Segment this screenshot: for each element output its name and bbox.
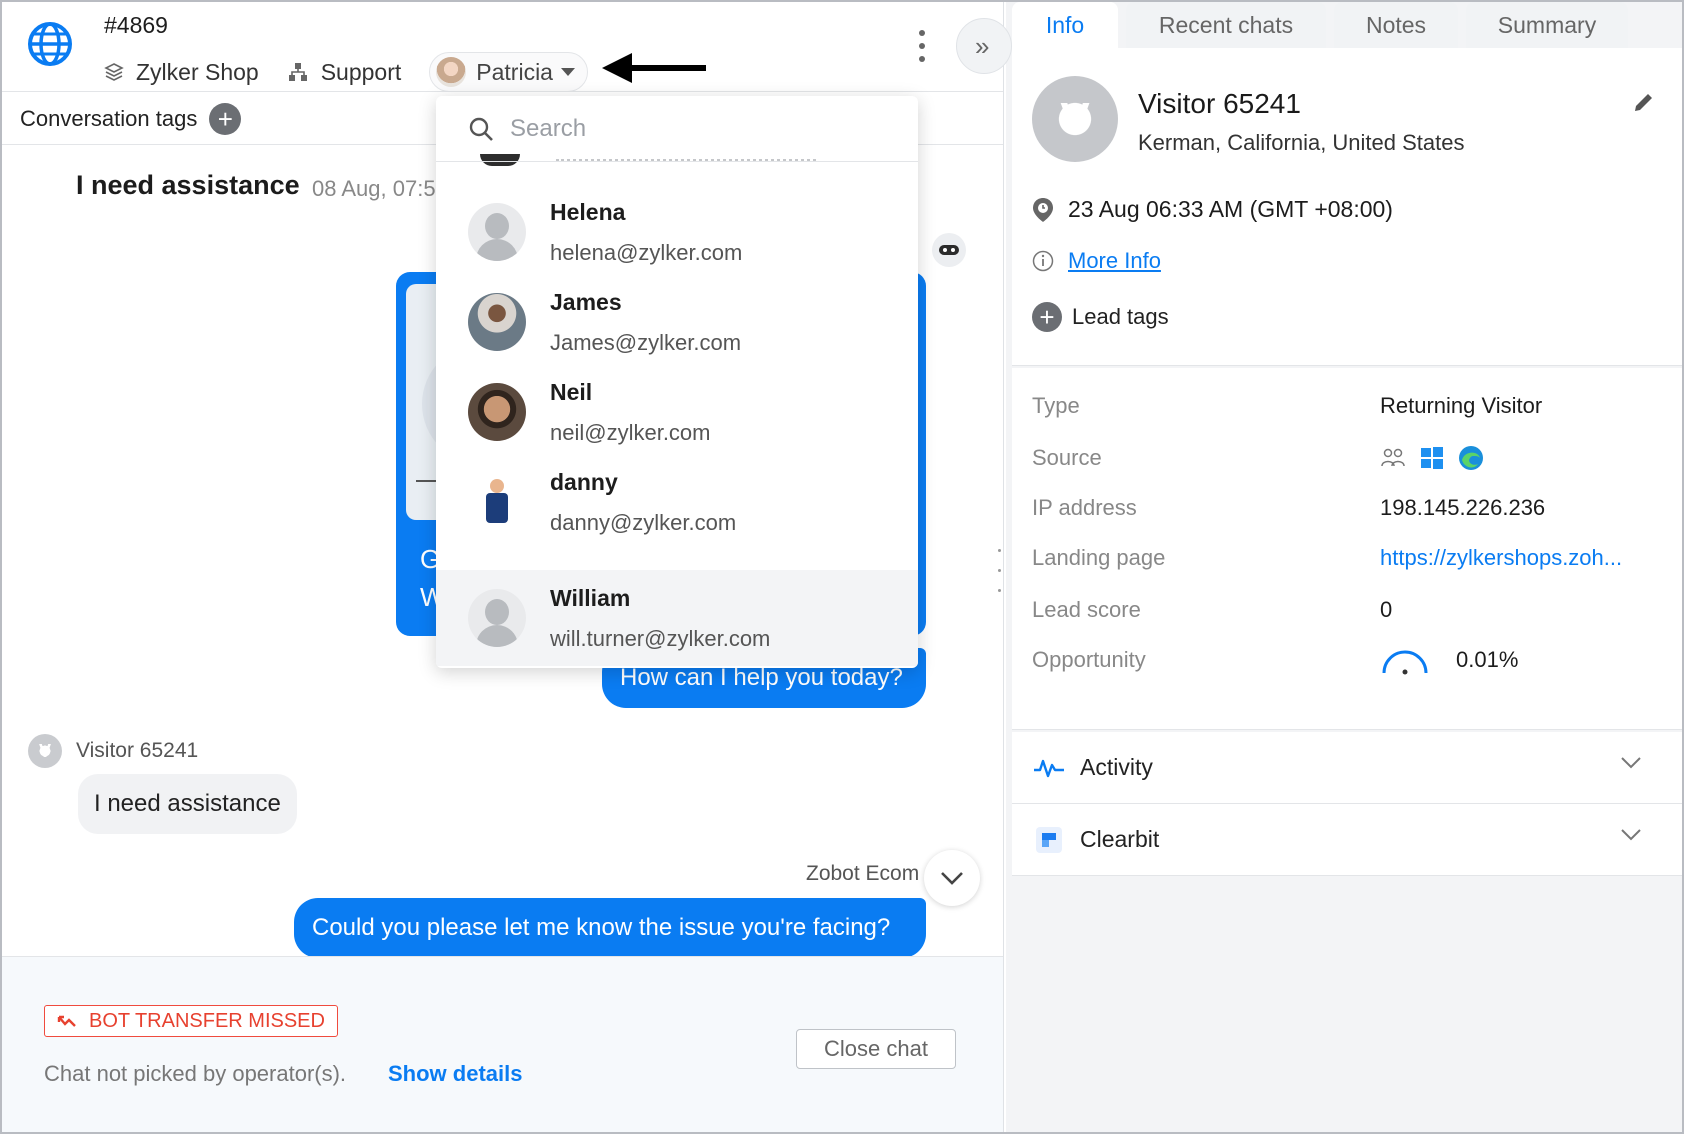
prop-type: Type Returning Visitor (1032, 393, 1543, 418)
left-arrow-icon (602, 53, 706, 83)
tab-summary[interactable]: Summary (1466, 2, 1628, 48)
conversation-tags-label: Conversation tags (20, 105, 198, 131)
windows-icon (1421, 447, 1443, 469)
lead-tags-label: Lead tags (1072, 304, 1169, 329)
chevron-down-icon (941, 872, 963, 885)
globe-icon (28, 22, 72, 66)
more-info-link[interactable]: More Info (1068, 248, 1161, 274)
visitor-header: V Visitor 65241 (28, 734, 198, 768)
chat-time: 08 Aug, 07:5 (312, 176, 436, 201)
prop-ip: IP address 198.145.226.236 (1032, 495, 1546, 520)
edit-icon[interactable] (1632, 90, 1656, 114)
tab-notes[interactable]: Notes (1334, 2, 1458, 48)
chat-title: I need assistance (76, 170, 300, 200)
brand[interactable]: Zylker Shop (104, 59, 259, 86)
visitor-local-time: 23 Aug 06:33 AM (GMT +08:00) (1032, 196, 1393, 223)
department[interactable]: Support (287, 58, 402, 86)
location-clock-icon (1033, 197, 1053, 222)
more-info: More Info (1032, 248, 1161, 274)
conversation-id: #4869 (104, 12, 168, 38)
visitor-message: I need assistance (78, 774, 297, 834)
gauge-icon (1382, 650, 1428, 675)
more-options-icon[interactable] (918, 30, 926, 62)
department-icon (288, 63, 307, 81)
bot-avatar (932, 233, 966, 267)
department-label: Support (320, 58, 402, 85)
activity-icon (1034, 759, 1064, 777)
chevron-down-icon (1621, 829, 1641, 841)
operator-item[interactable]: James James@zylker.com (436, 274, 918, 370)
visitor-name: Visitor 65241 (1138, 88, 1301, 119)
avatar (468, 589, 526, 647)
caret-down-icon (560, 68, 575, 76)
visitor-properties: Type Returning Visitor Source IP address… (1012, 368, 1682, 730)
visitor-name: Visitor 65241 (76, 739, 199, 762)
missed-arrow-icon (57, 1015, 76, 1027)
avatar (468, 293, 526, 351)
visitor-avatar: V (28, 734, 62, 768)
add-lead-tag-button[interactable]: + (1032, 302, 1062, 332)
show-details-link[interactable]: Show details (388, 1061, 522, 1087)
info-icon (1032, 250, 1054, 272)
returning-users-icon (1381, 448, 1405, 467)
chevron-down-icon (1621, 757, 1641, 769)
add-tag-button[interactable]: + (209, 102, 242, 135)
avatar (468, 473, 526, 531)
operator-item[interactable]: William will.turner@zylker.com (436, 570, 918, 666)
visitor-card: V Visitor 65241 Kerman, California, Unit… (1012, 48, 1682, 366)
collapse-panel-button[interactable]: » (956, 18, 1012, 74)
lead-tags[interactable]: + Lead tags (1032, 302, 1169, 332)
avatar (468, 203, 526, 261)
owner-selector[interactable]: Patricia (429, 52, 588, 92)
prop-opportunity: Opportunity 0.01% (1032, 640, 1672, 680)
owner-avatar (436, 57, 467, 87)
owner-name: Patricia (476, 58, 553, 85)
chat-meta: Zylker Shop Support Patricia (104, 52, 588, 92)
chat-header: #4869 Zylker Shop Support Patricia (2, 2, 1003, 92)
prop-lead-score: Lead score 0 (1032, 597, 1393, 622)
layers-icon (104, 63, 124, 81)
operator-item[interactable]: danny danny@zylker.com (436, 454, 918, 550)
operator-search[interactable]: Search (436, 96, 918, 162)
search-placeholder: Search (510, 114, 587, 142)
info-tabs: Info Recent chats Notes Summary (1006, 2, 1682, 48)
footer-note: Chat not picked by operator(s). (44, 1061, 347, 1086)
brand-label: Zylker Shop (136, 58, 259, 85)
status-badge: BOT TRANSFER MISSED (44, 1005, 338, 1037)
double-chevron-right-icon: » (975, 30, 990, 61)
search-icon (469, 117, 493, 141)
resize-handle[interactable] (996, 540, 1002, 600)
bot-message: Could you please let me know the issue y… (294, 898, 926, 958)
activity-section[interactable]: Activity (1012, 732, 1682, 804)
activity-label: Activity (1080, 754, 1153, 780)
prop-source: Source (1032, 438, 1672, 478)
bot-name: Zobot Ecom (806, 862, 920, 885)
edge-browser-icon (1459, 446, 1483, 470)
close-chat-button[interactable]: Close chat (796, 1029, 956, 1069)
prop-landing-page: Landing page https://zylkershops.zoh... (1032, 545, 1623, 571)
visitor-avatar: V (1032, 76, 1118, 162)
bot-icon (939, 245, 959, 255)
clearbit-icon (1036, 826, 1062, 853)
operator-dropdown: Search Helena helena@zylker.com James Jame… (436, 96, 918, 668)
visitor-info-pane: Info Recent chats Notes Summary V Visito… (1006, 2, 1682, 1132)
tab-recent-chats[interactable]: Recent chats (1126, 2, 1326, 48)
operator-item[interactable]: Neil neil@zylker.com (436, 364, 918, 460)
landing-page-link[interactable]: https://zylkershops.zoh... (1380, 545, 1622, 571)
visitor-location: Kerman, California, United States (1138, 130, 1465, 155)
clearbit-section[interactable]: Clearbit (1012, 804, 1682, 876)
avatar (468, 383, 526, 441)
scroll-down-button[interactable] (924, 850, 980, 906)
clearbit-label: Clearbit (1080, 826, 1160, 852)
tab-info[interactable]: Info (1012, 2, 1118, 48)
chat-footer: BOT TRANSFER MISSED Chat not picked by o… (2, 956, 1003, 1132)
operator-item[interactable]: Helena helena@zylker.com (436, 184, 918, 280)
